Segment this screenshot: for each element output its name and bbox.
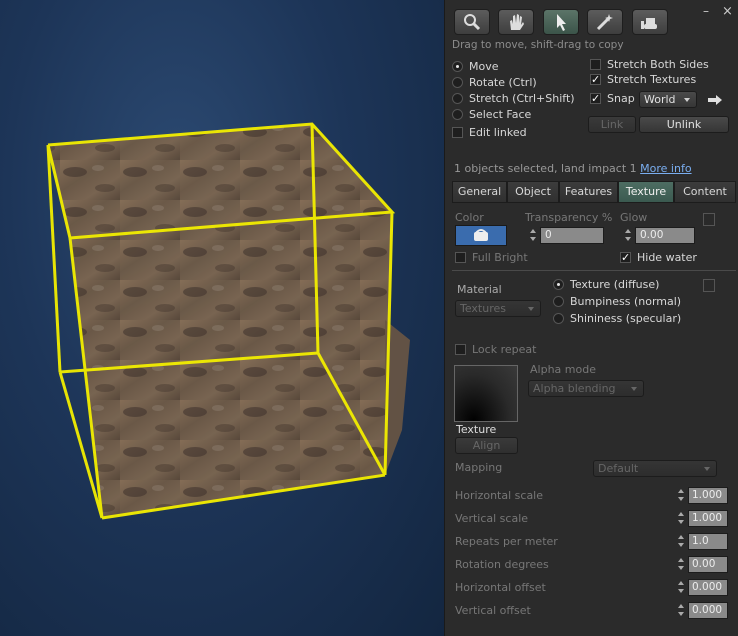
radio-icon (553, 312, 564, 324)
tab-texture[interactable]: Texture (618, 181, 674, 203)
wand-icon (596, 14, 613, 31)
glow-label: Glow (620, 211, 648, 224)
align-button[interactable]: Align (455, 437, 518, 454)
snap-mode-dropdown[interactable]: World (639, 91, 697, 108)
horizontal-scale-row: Horizontal scale 1.000 (455, 487, 735, 504)
material-label: Material (457, 283, 502, 296)
mode-stretch[interactable]: Stretch (Ctrl+Shift) (452, 91, 575, 105)
copy-material-icon[interactable] (703, 279, 715, 292)
checkbox-icon (452, 126, 463, 138)
hand-icon (510, 14, 524, 30)
drag-hint: Drag to move, shift-drag to copy (452, 39, 624, 51)
lock-repeat-checkbox[interactable]: Lock repeat (455, 342, 536, 356)
radio-icon (553, 295, 564, 307)
transparency-label: Transparency % (525, 211, 613, 224)
land-tool-button[interactable] (632, 9, 668, 35)
snap-checkbox[interactable]: ✓ Snap (590, 91, 635, 105)
horizontal-offset-field[interactable]: 0.000 (688, 579, 728, 596)
mapping-dropdown[interactable]: Default (593, 460, 717, 477)
rotation-degrees-row: Rotation degrees 0.00 (455, 556, 735, 573)
tab-general[interactable]: General (452, 181, 507, 203)
vertical-scale-spinner[interactable] (675, 510, 687, 527)
vertical-offset-field[interactable]: 0.000 (688, 602, 728, 619)
mode-select-face[interactable]: Select Face (452, 107, 531, 121)
swatch-lock-icon (474, 229, 488, 241)
texture-label: Texture (456, 423, 497, 436)
full-bright-checkbox[interactable]: Full Bright (455, 250, 528, 264)
color-label: Color (455, 211, 484, 224)
move-tool-button[interactable] (498, 9, 534, 35)
bumpiness-radio[interactable]: Bumpiness (normal) (553, 294, 681, 308)
checkmark-icon: ✓ (620, 250, 631, 264)
radio-icon (452, 76, 463, 88)
selection-summary: 1 objects selected, land impact 1 More i… (454, 162, 692, 175)
arrow-cursor-icon (557, 14, 566, 31)
close-button[interactable]: × (722, 4, 733, 19)
mapping-label: Mapping (455, 461, 503, 474)
horizontal-scale-spinner[interactable] (675, 487, 687, 504)
alpha-mode-label: Alpha mode (530, 363, 596, 376)
glow-field[interactable]: 0.00 (635, 227, 695, 244)
create-tool-button[interactable] (587, 9, 623, 35)
tab-features[interactable]: Features (559, 181, 618, 203)
horizontal-offset-spinner[interactable] (675, 579, 687, 596)
arrow-right-icon[interactable] (707, 94, 723, 106)
texture-diffuse-radio[interactable]: Texture (diffuse) (553, 277, 659, 291)
checkmark-icon: ✓ (590, 91, 601, 105)
glow-spinner[interactable] (622, 227, 634, 244)
3d-viewport[interactable] (0, 0, 444, 636)
radio-icon (452, 108, 463, 120)
repeats-per-meter-field[interactable]: 1.0 (688, 533, 728, 550)
radio-icon (452, 60, 463, 72)
texture-thumbnail[interactable] (454, 365, 518, 422)
horizontal-scale-field[interactable]: 1.000 (688, 487, 728, 504)
mode-move[interactable]: Move (452, 59, 499, 73)
material-dropdown[interactable]: Textures (455, 300, 541, 317)
rotation-degrees-spinner[interactable] (675, 556, 687, 573)
link-button[interactable]: Link (588, 116, 636, 133)
alpha-mode-dropdown[interactable]: Alpha blending (528, 380, 644, 397)
edit-linked-checkbox[interactable]: Edit linked (452, 125, 527, 139)
more-info-link[interactable]: More info (640, 162, 691, 175)
radio-icon (452, 92, 463, 104)
checkbox-icon (455, 343, 466, 355)
rotation-degrees-field[interactable]: 0.00 (688, 556, 728, 573)
horizontal-offset-row: Horizontal offset 0.000 (455, 579, 735, 596)
separator (452, 270, 736, 271)
edit-tool-button[interactable] (543, 9, 579, 35)
mode-rotate[interactable]: Rotate (Ctrl) (452, 75, 537, 89)
repeats-per-meter-spinner[interactable] (675, 533, 687, 550)
stretch-both-sides-checkbox[interactable]: Stretch Both Sides (590, 57, 709, 71)
build-tools-panel: – × Drag to move, shift-drag to copy Mov… (444, 0, 738, 636)
unlink-button[interactable]: Unlink (639, 116, 729, 133)
bulldozer-icon (641, 18, 657, 29)
repeats-per-meter-row: Repeats per meter 1.0 (455, 533, 735, 550)
tab-content[interactable]: Content (674, 181, 736, 203)
hide-water-checkbox[interactable]: ✓ Hide water (620, 250, 697, 264)
transparency-field[interactable]: 0 (540, 227, 604, 244)
copy-params-icon[interactable] (703, 213, 715, 226)
minimize-button[interactable]: – (703, 4, 709, 18)
vertical-offset-row: Vertical offset 0.000 (455, 602, 735, 619)
stretch-textures-checkbox[interactable]: ✓ Stretch Textures (590, 72, 696, 86)
vertical-scale-row: Vertical scale 1.000 (455, 510, 735, 527)
radio-icon (553, 278, 564, 290)
checkbox-icon (455, 251, 466, 263)
focus-tool-button[interactable] (454, 9, 490, 35)
checkmark-icon: ✓ (590, 72, 601, 86)
tab-bar: General Object Features Texture Content (452, 181, 736, 203)
color-swatch[interactable] (455, 225, 507, 246)
tab-object[interactable]: Object (507, 181, 559, 203)
selected-cube[interactable] (0, 0, 444, 636)
vertical-offset-spinner[interactable] (675, 602, 687, 619)
transparency-spinner[interactable] (527, 227, 539, 244)
checkbox-icon (590, 58, 601, 70)
shininess-radio[interactable]: Shininess (specular) (553, 311, 681, 325)
vertical-scale-field[interactable]: 1.000 (688, 510, 728, 527)
magnifier-icon (464, 14, 481, 31)
